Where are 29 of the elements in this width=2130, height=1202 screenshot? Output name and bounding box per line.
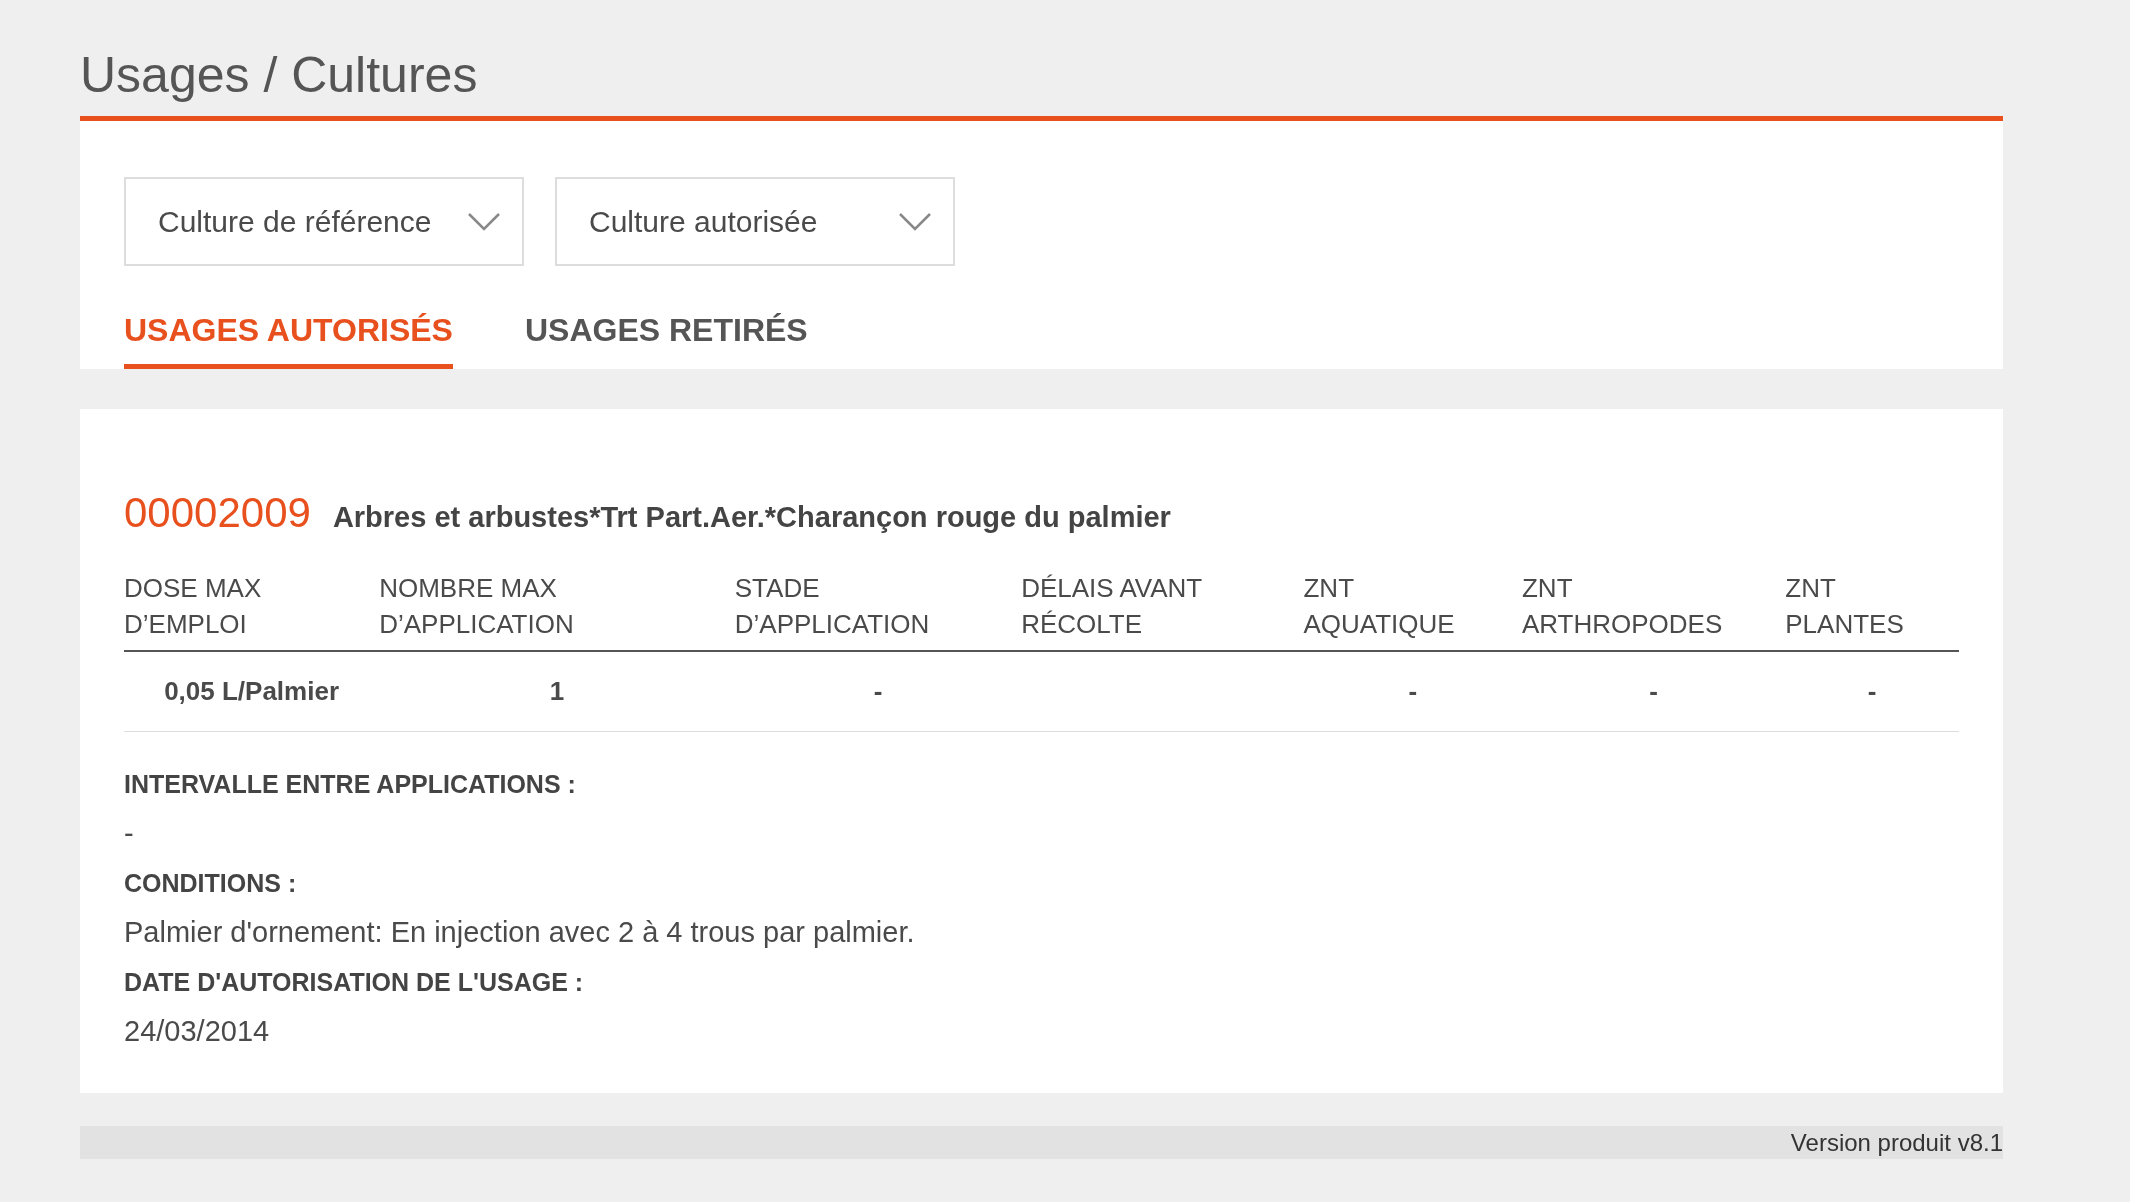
detail-value: 24/03/2014	[124, 1013, 271, 1049]
version-text: Version produit v8.1	[1790, 1127, 2003, 1158]
table-cell-text: 0,05 L/Palmier	[164, 675, 339, 708]
column-header: DÉLAIS AVANT RÉCOLTE	[1021, 572, 1203, 641]
dropdown-field[interactable]: Culture autorisée	[555, 177, 955, 266]
column-header: NOMBRE MAX D’APPLICATION	[379, 572, 574, 641]
page-title: Usages / Cultures	[80, 46, 479, 105]
column-header: DOSE MAX D’EMPLOI	[124, 572, 262, 641]
detail-value: Palmier d'ornement: En injection avec 2 à 4 trous par palmier.	[124, 914, 916, 950]
detail-value: -	[124, 815, 135, 851]
column-header: ZNT ARTHROPODES	[1521, 572, 1723, 641]
chevron-down-icon	[468, 213, 500, 231]
detail-label: DATE D'AUTORISATION DE L'USAGE :	[124, 967, 585, 998]
column-header: ZNT AQUATIQUE	[1303, 572, 1455, 641]
tab[interactable]: USAGES AUTORISÉS	[124, 306, 453, 369]
dropdown-field[interactable]: Culture de référence	[124, 177, 524, 266]
column-header: ZNT PLANTES	[1785, 572, 1904, 641]
detail-label: INTERVALLE ENTRE APPLICATIONS :	[124, 769, 577, 800]
table-cell-text: 1	[549, 675, 565, 708]
tab[interactable]: USAGES RETIRÉS	[524, 306, 808, 369]
chevron-down-icon	[899, 213, 931, 231]
table-cell-text: -	[1408, 675, 1418, 708]
usage-title: Arbres et arbustes*Trt Part.Aer.*Charançon rouge du palmier	[332, 500, 1171, 535]
detail-label: CONDITIONS :	[124, 868, 298, 899]
table-cell-text: -	[1649, 675, 1658, 708]
table-cell-text: -	[1867, 675, 1877, 708]
column-header: STADE D’APPLICATION	[734, 572, 930, 641]
table-cell-text: -	[873, 675, 883, 708]
usage-code: 00002009	[124, 488, 311, 538]
